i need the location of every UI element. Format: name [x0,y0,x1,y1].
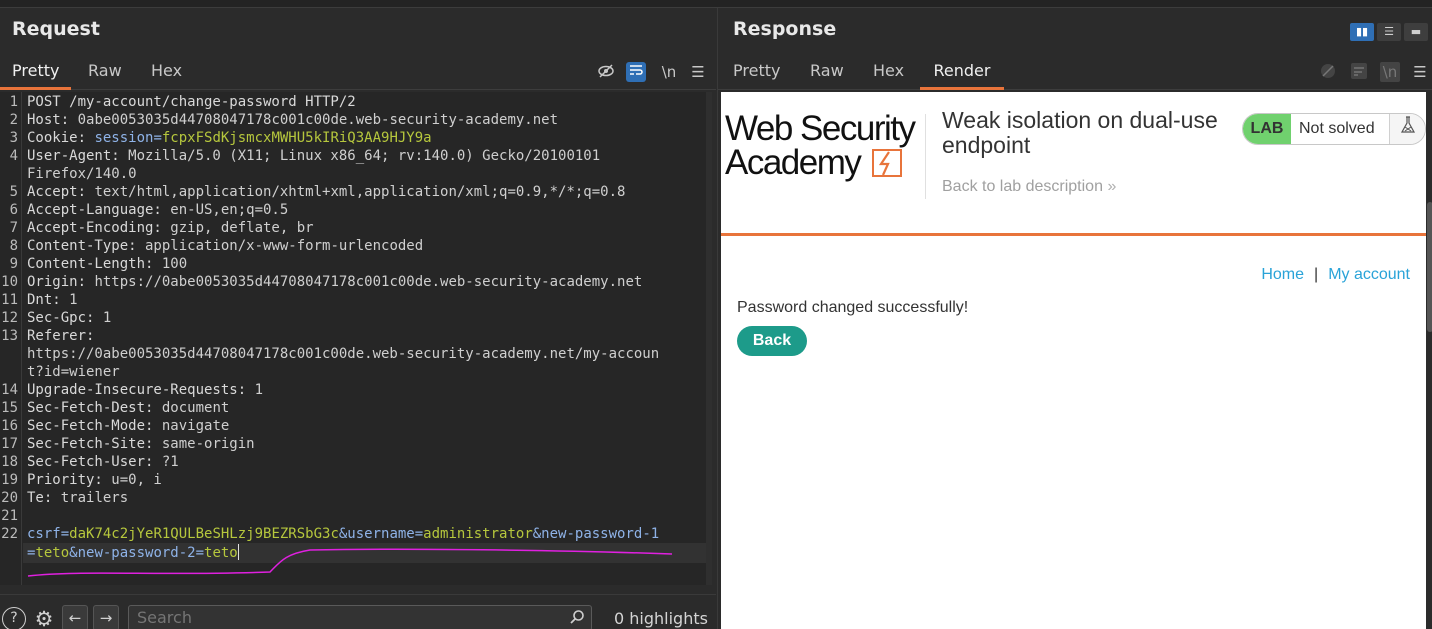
lab-title: Weak isolation on dual-use endpoint [942,107,1218,158]
back-to-lab-label: Back to lab description [942,178,1103,195]
editor-scrollbar[interactable] [706,92,712,585]
hide-non-printable-icon [1318,62,1338,82]
request-editor[interactable]: 1 POST /my-account/change-password HTTP/2… [0,92,712,585]
success-message: Password changed successfully! [737,299,969,316]
response-title: Response [733,18,837,40]
double-chevron-icon: » [1107,178,1117,195]
logo-bolt-icon [872,149,902,177]
search-icon[interactable] [569,608,585,629]
scrollbar-thumb[interactable] [1427,202,1432,332]
header-divider [925,114,926,199]
newline-icon[interactable]: \n [658,62,680,82]
forward-arrow-button[interactable]: → [93,605,119,629]
lab-status-widget: LAB Not solved [1242,113,1426,145]
top-bar [0,0,1432,8]
lab-badge: LAB [1243,114,1291,144]
tab-raw[interactable]: Raw [798,54,856,90]
search-box[interactable] [128,605,592,629]
newline-icon: \n [1380,62,1400,82]
bottom-bar: ? ⚙ ← → 0 highlights [0,594,716,629]
annotation-underline [27,548,673,577]
tab-pretty[interactable]: Pretty [0,54,72,90]
tab-pretty[interactable]: Pretty [721,54,792,90]
response-pane: Response ▮▮ ☰ ▬ Pretty Raw Hex Render \n ☰… [717,8,1432,629]
request-title: Request [12,18,100,40]
top-nav: Home | My account [1261,266,1410,284]
word-wrap-icon[interactable] [626,62,646,82]
menu-icon[interactable]: ☰ [1410,62,1430,82]
nav-my-account-link[interactable]: My account [1328,266,1410,283]
rendered-page: Web Security Academy Weak isolation on d… [721,92,1426,629]
layout-buttons: ▮▮ ☰ ▬ [1347,20,1428,41]
tab-render[interactable]: Render [920,54,1004,90]
logo-line-1: Web Security [725,109,916,148]
back-arrow-button[interactable]: ← [62,605,88,629]
word-wrap-icon [1349,62,1369,82]
response-scrollbar[interactable] [1427,92,1432,629]
layout-single-icon[interactable]: ▬ [1404,23,1428,41]
back-button[interactable]: Back [737,326,807,356]
lab-status: Not solved [1299,120,1375,137]
layout-split-icon[interactable]: ▮▮ [1350,23,1374,41]
help-icon[interactable]: ? [2,607,26,629]
back-to-lab-link[interactable]: Back to lab description » [942,178,1116,196]
request-pane: Request Pretty Raw Hex \n ☰ 1 POST /my-ac… [0,8,716,629]
flask-icon [1389,114,1425,144]
nav-separator: | [1314,266,1319,283]
hide-non-printable-icon[interactable] [596,62,616,82]
nav-home-link[interactable]: Home [1261,266,1304,283]
tab-hex[interactable]: Hex [139,54,194,90]
settings-gear-icon[interactable]: ⚙ [32,607,56,629]
search-input[interactable] [137,608,557,627]
tab-hex[interactable]: Hex [861,54,916,90]
menu-icon[interactable]: ☰ [688,62,708,82]
highlights-count: 0 highlights [614,609,708,628]
header-rule [721,233,1426,236]
layout-stack-icon[interactable]: ☰ [1377,23,1401,41]
tab-raw[interactable]: Raw [76,54,134,90]
